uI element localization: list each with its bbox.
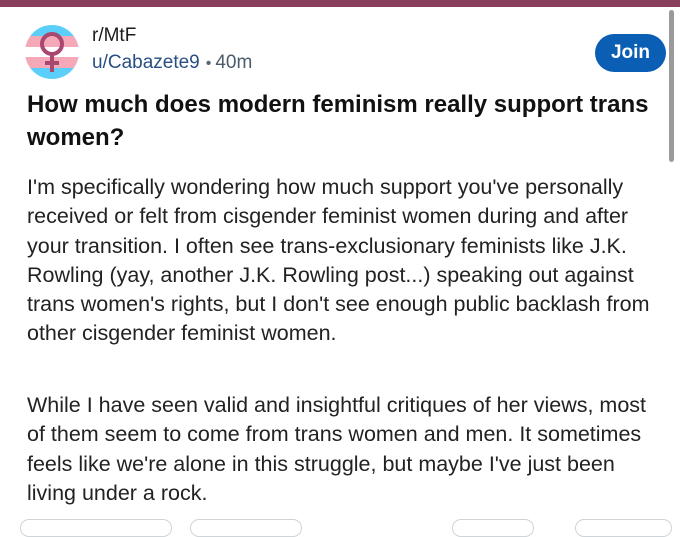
award-pill[interactable] bbox=[452, 519, 534, 537]
share-pill[interactable] bbox=[575, 519, 672, 537]
trans-flag-venus-icon bbox=[25, 25, 79, 79]
vote-pill[interactable] bbox=[20, 519, 172, 537]
subreddit-avatar[interactable] bbox=[25, 25, 79, 79]
meta-separator: • bbox=[205, 55, 212, 72]
scrollbar[interactable] bbox=[669, 10, 674, 162]
post-age: 40m bbox=[215, 52, 253, 73]
top-accent-bar bbox=[0, 0, 680, 7]
post-title: How much does modern feminism really sup… bbox=[27, 91, 649, 151]
post-meta: u/Cabazete9 • 40m bbox=[92, 52, 252, 74]
post-header: r/MtF u/Cabazete9 • 40m Join bbox=[0, 7, 680, 87]
post-action-bar bbox=[0, 515, 680, 537]
author-link[interactable]: u/Cabazete9 bbox=[92, 52, 200, 73]
post-body-paragraph: While I have seen valid and insightful c… bbox=[27, 393, 647, 505]
subreddit-name[interactable]: r/MtF bbox=[92, 25, 136, 47]
comments-pill[interactable] bbox=[190, 519, 302, 537]
join-button[interactable]: Join bbox=[595, 34, 666, 72]
post-body-paragraph: I'm specifically wondering how much supp… bbox=[27, 175, 650, 346]
